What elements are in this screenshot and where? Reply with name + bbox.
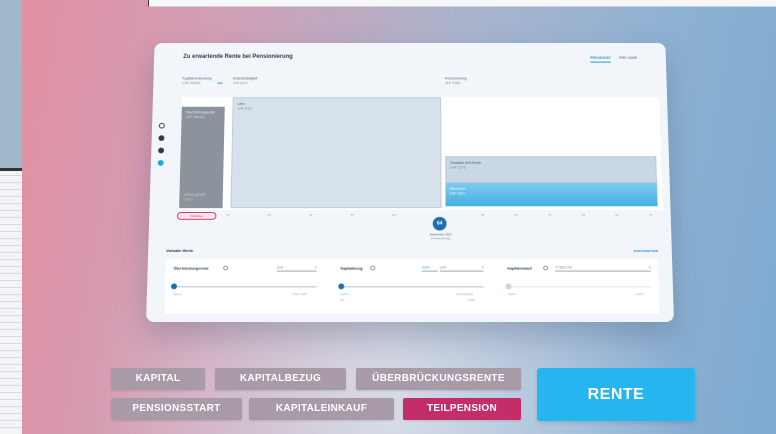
bar-value: CHF 8'127 <box>237 106 253 111</box>
slider-knob[interactable] <box>338 283 345 290</box>
axis-tick: 63 <box>350 213 355 217</box>
reset-link[interactable]: ZURÜCKSETZEN <box>634 249 658 253</box>
control-kapitalbezug: Kapitalbezug 0.0% CHF 0 CHF 0 CHF 208'02… <box>332 259 492 314</box>
slider-max-pct: 100% <box>467 298 476 303</box>
percent-field[interactable]: 0.0% <box>421 265 438 272</box>
pension-value: CHF 3'985 <box>444 81 460 86</box>
slider-max: CHF 208'022 <box>455 292 474 297</box>
amount-field[interactable]: CHF 0 <box>276 265 317 272</box>
control-ueberbrueckungsrente: Überbrückungsrente CHF 0 CHF 0 CHF 2'375 <box>164 259 324 314</box>
variable-values-panel: Überbrückungsrente CHF 0 CHF 0 CHF 2'375… <box>164 258 660 315</box>
control-kapitaleinkauf: Kapitaleinkauf 77'366 CHF 0 CHF 0 CHF 0 <box>499 259 659 314</box>
bar-label: Altersrente <box>449 186 466 191</box>
field-value: 0 <box>648 265 651 270</box>
axis-tick: 68 <box>581 213 586 217</box>
axis-tick: 62 <box>309 213 313 217</box>
window-shade <box>0 0 22 168</box>
option-icon[interactable] <box>158 135 165 141</box>
field-unit: CHF <box>276 265 284 270</box>
option-icon[interactable] <box>158 147 165 154</box>
retirement-caption: Pensionierung <box>431 236 451 241</box>
bar-value: CHF 1'607 <box>449 191 465 196</box>
toggle-per-year[interactable]: PRO JAHR <box>619 56 637 60</box>
slider-min: CHF 0 <box>340 292 349 297</box>
control-label: Kapitaleinkauf <box>507 266 532 271</box>
slider-track[interactable] <box>172 286 317 288</box>
retirement-age-marker[interactable]: 64 <box>432 216 447 231</box>
axis-tick: 64 <box>392 213 396 217</box>
page-title: Zu erwartende Rente bei Pensionierung <box>183 54 293 60</box>
bar-value: CHF 2'378 <box>450 165 466 170</box>
bar-value: CHF 208'022 <box>185 115 205 120</box>
slider-track[interactable] <box>507 286 652 288</box>
bar-label: Überbrückungsrente <box>185 110 215 115</box>
chart-bar-altersrente[interactable]: Altersrente CHF 1'607 <box>445 183 658 207</box>
axis-tick: 70 <box>648 213 653 217</box>
amount-field[interactable]: 77'366 CHF 0 <box>555 265 651 272</box>
slider-knob[interactable] <box>505 283 512 290</box>
chart-bar-top <box>181 97 225 107</box>
ueberbrueckungsrente-button[interactable]: ÜBERBRÜCKUNGSRENTE <box>356 368 521 390</box>
pension-chart: Überbrückungsrente CHF 208'022 Vorbezugs… <box>179 97 663 211</box>
info-icon[interactable] <box>223 265 229 271</box>
active-option-icon[interactable] <box>157 160 164 166</box>
kapitalverwendung-label: Kapitalverwendung <box>182 76 212 81</box>
teilpension-button[interactable]: TEILPENSION <box>403 398 521 420</box>
axis-tick: 60 <box>226 213 230 217</box>
control-label: Kapitalbezug <box>340 266 363 271</box>
bar-value: CHF 0 <box>183 197 193 202</box>
undo-icon[interactable] <box>158 122 165 129</box>
chart-bar-lohn[interactable]: Lohn CHF 8'127 <box>230 97 442 209</box>
axis-tick: 61 <box>267 213 272 217</box>
background-window-left <box>0 0 22 434</box>
field-value: 0 <box>481 265 484 270</box>
background-window-top <box>148 0 776 7</box>
info-icon[interactable] <box>370 265 376 271</box>
slider-track[interactable] <box>340 286 484 288</box>
bar-label: Lohn <box>237 102 245 106</box>
chart-bar-ueberbrueckung[interactable]: Überbrückungsrente CHF 208'022 Vorbezugs… <box>179 106 225 209</box>
control-label: Überbrückungsrente <box>173 266 209 271</box>
axis-tick: 69 <box>615 213 619 217</box>
field-unit: 77'366 CHF <box>555 265 572 270</box>
pension-label: Pensionierung <box>444 76 467 81</box>
mix-badge[interactable]: MIX <box>217 81 222 85</box>
field-unit: CHF <box>439 265 447 270</box>
pensionsstart-button[interactable]: PENSIONSSTART <box>111 398 242 420</box>
slider-min: CHF 0 <box>172 292 182 297</box>
erwerb-label: Erwerbstätigkeit <box>233 76 258 81</box>
bar-label: Vorbezugsrente <box>183 192 207 197</box>
window-edge <box>0 168 22 171</box>
bar-label: Erwartete AHV-Rente <box>450 160 482 165</box>
slider-min-pct: 0% <box>340 298 345 303</box>
kapitalverwendung-value: CHF 208'022 <box>182 81 201 86</box>
slider-max: CHF 0 <box>635 292 644 297</box>
chart-bar-erwartete-rente[interactable]: Erwartete AHV-Rente CHF 2'378 <box>445 156 657 184</box>
toggle-per-month[interactable]: PRO MONAT <box>590 56 611 63</box>
slider-max: CHF 2'375 <box>292 292 307 297</box>
age-axis: 60 61 62 63 64 65 66 67 68 69 70 <box>179 213 663 223</box>
kapitaleinkauf-button[interactable]: KAPITALEINKAUF <box>249 398 394 420</box>
info-icon[interactable] <box>543 265 549 271</box>
pension-app-screen: Zu erwartende Rente bei Pensionierung PR… <box>146 42 674 323</box>
kapitalbezug-button[interactable]: KAPITALBEZUG <box>215 368 346 390</box>
slider-knob[interactable] <box>170 283 178 290</box>
rente-button[interactable]: RENTE <box>537 368 695 421</box>
window-lines <box>0 172 22 434</box>
axis-tick: 65 <box>481 213 485 217</box>
field-value: 0 <box>314 265 317 270</box>
axis-tick: 66 <box>514 213 519 217</box>
kapital-button[interactable]: KAPITAL <box>111 368 205 390</box>
slider-min: CHF 0 <box>507 292 517 297</box>
amount-field[interactable]: CHF 0 <box>439 265 484 272</box>
axis-tick: 67 <box>548 213 552 217</box>
variable-values-title: Variable Werte <box>165 248 194 253</box>
erwerb-value: CHF 8'127 <box>233 81 248 86</box>
